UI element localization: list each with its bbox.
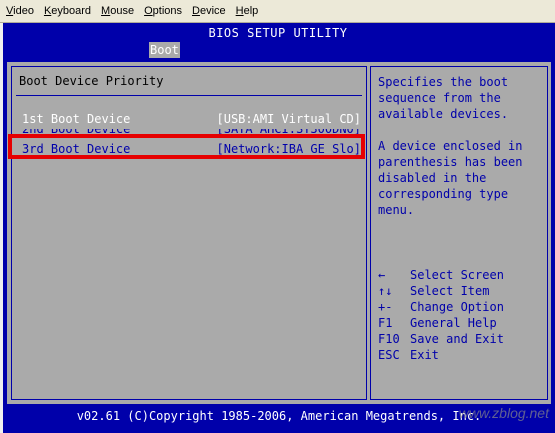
menu-options[interactable]: Options	[140, 5, 186, 17]
key-plus-minus: +-	[378, 300, 393, 314]
bios-screen: BIOS SETUP UTILITY Boot Boot Device Prio…	[3, 23, 555, 433]
key-row: ESC Exit	[378, 347, 546, 363]
key-row: ← Select Screen	[378, 267, 546, 283]
menu-mouse[interactable]: Mouse	[97, 5, 138, 17]
key-row: F10 Save and Exit	[378, 331, 546, 347]
help-paragraph: Specifies the boot sequence from the ava…	[378, 75, 509, 121]
menu-device[interactable]: Device	[188, 5, 230, 17]
key-desc: Exit	[410, 348, 439, 362]
boot-device-row-1[interactable]: 1st Boot Device [USB:AMI Virtual CD]	[19, 112, 361, 127]
menu-keyboard[interactable]: Keyboard	[40, 5, 95, 17]
help-paragraph: A device enclosed in parenthesis has bee…	[378, 139, 523, 217]
section-title: Boot Device Priority	[19, 74, 164, 88]
boot-device-value[interactable]: [USB:AMI Virtual CD]	[217, 112, 362, 127]
key-desc: General Help	[410, 316, 497, 330]
key-row: ↑↓ Select Item	[378, 283, 546, 299]
boot-device-label: 1st Boot Device	[22, 112, 131, 126]
menu-help[interactable]: Help	[232, 5, 263, 17]
key-desc: Select Screen	[410, 268, 504, 282]
key-f1: F1	[378, 316, 393, 330]
selection-highlight-box	[8, 134, 365, 159]
key-row: +- Change Option	[378, 299, 546, 315]
key-f10: F10	[378, 332, 400, 346]
key-left-arrow-icon: ←	[378, 268, 386, 282]
app-menubar: Video Keyboard Mouse Options Device Help	[0, 0, 555, 23]
key-updown-arrow-icon: ↑↓	[378, 284, 393, 298]
bios-main-area: Boot Device Priority 1st Boot Device [US…	[6, 61, 552, 405]
tab-boot[interactable]: Boot	[149, 42, 180, 58]
watermark: www.zblog.net	[458, 405, 549, 421]
key-row: F1 General Help	[378, 315, 546, 331]
bios-tab-row: Boot	[3, 42, 555, 58]
help-panel: Specifies the boot sequence from the ava…	[370, 66, 548, 400]
key-esc: ESC	[378, 348, 400, 362]
key-desc: Select Item	[410, 284, 490, 298]
menu-video[interactable]: Video	[2, 5, 38, 17]
help-text: Specifies the boot sequence from the ava…	[378, 74, 546, 234]
bios-title: BIOS SETUP UTILITY	[208, 26, 348, 40]
section-divider	[16, 95, 362, 96]
key-desc: Save and Exit	[410, 332, 504, 346]
key-legend: ← Select Screen ↑↓ Select Item +- Change…	[378, 267, 546, 363]
key-desc: Change Option	[410, 300, 504, 314]
boot-priority-panel: Boot Device Priority 1st Boot Device [US…	[11, 66, 367, 400]
